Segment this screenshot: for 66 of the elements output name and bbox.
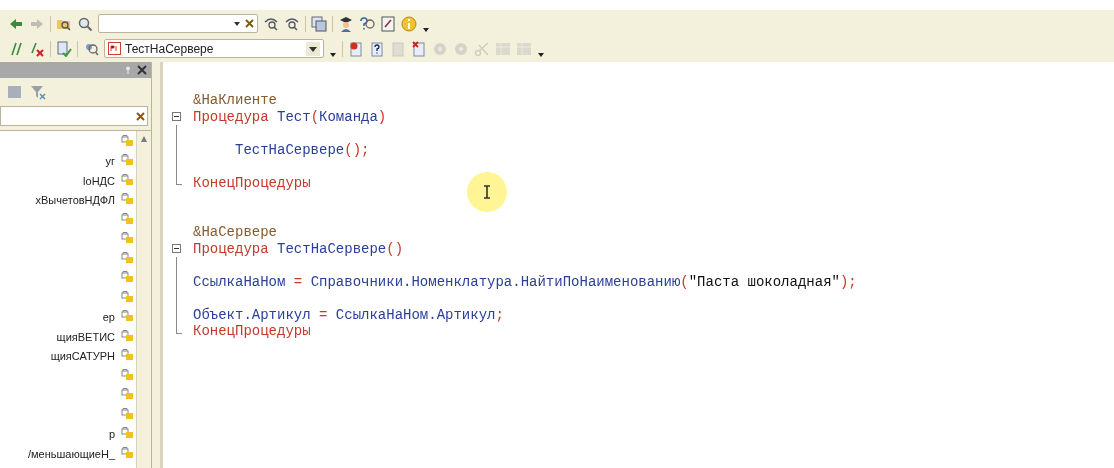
lock-icon (121, 328, 133, 341)
clear-icon[interactable] (245, 19, 254, 28)
scroll-up-icon[interactable] (140, 135, 148, 143)
lock-icon (121, 348, 133, 361)
collapse-icon[interactable] (171, 244, 181, 254)
collapse-icon[interactable] (171, 112, 181, 122)
lock-icon (121, 192, 133, 205)
lock-icon (121, 367, 133, 380)
info-icon[interactable] (401, 15, 417, 32)
tree-item[interactable]: р (108, 426, 115, 443)
code-line: &НаСервере (193, 225, 277, 240)
code-line: Процедура Тест(Команда) (193, 109, 387, 124)
tree-item[interactable]: ер (102, 309, 115, 326)
procedure-icon (108, 42, 121, 55)
tree-item[interactable]: щияСАТУРН (50, 348, 115, 365)
tree-item[interactable]: loНДС (83, 172, 115, 189)
lock-icon (121, 309, 133, 322)
dropdown-caret-icon[interactable] (329, 50, 337, 58)
dropdown-caret-icon[interactable] (422, 25, 430, 33)
find-previous-icon[interactable] (284, 15, 300, 32)
code-line: КонецПроцедуры (193, 175, 311, 190)
scrollbar[interactable] (136, 131, 151, 468)
lock-icon (121, 426, 133, 439)
code-line: Процедура ТестНаСервере() (193, 241, 404, 256)
lock-icon (121, 406, 133, 419)
lock-icon (121, 231, 133, 244)
text-cursor-icon (483, 185, 491, 199)
code-line: СсылкаНаНом = Справочники.Номенклатура.НайтиПоНаименованию("Паста шоколадная"); (193, 274, 857, 289)
delete-document-icon[interactable] (411, 40, 427, 57)
close-icon[interactable] (137, 65, 147, 75)
copy-icon[interactable] (311, 15, 327, 32)
lock-icon (121, 445, 133, 458)
tree-item[interactable]: щияВЕТИС (56, 328, 115, 345)
dropdown-caret-icon[interactable] (233, 19, 241, 28)
document-check-icon[interactable] (56, 40, 72, 57)
lock-icon (121, 270, 133, 283)
dropdown-caret-icon[interactable] (306, 41, 320, 56)
lock-icon (121, 387, 133, 400)
tree-item[interactable]: уг (105, 153, 115, 170)
add-document-icon[interactable] (348, 40, 364, 57)
code-line: Объект.Артикул = СсылкаНаНом.Артикул; (193, 307, 504, 322)
tree-search-field[interactable] (0, 106, 148, 126)
code-line: ТестНаСервере(); (234, 142, 370, 157)
search-icon[interactable] (77, 15, 93, 32)
graduate-icon[interactable] (338, 15, 354, 32)
filter-icon[interactable] (30, 84, 46, 100)
find-next-icon[interactable] (263, 15, 279, 32)
tree-item[interactable]: /меньшающиеН_ (27, 445, 115, 462)
help-search-icon[interactable] (359, 15, 375, 32)
uncomment-icon[interactable] (29, 40, 45, 57)
search-field[interactable] (98, 14, 258, 33)
tree-item[interactable]: хВычетовНДФЛ (35, 192, 115, 209)
clear-icon[interactable] (136, 111, 145, 121)
lock-icon (121, 211, 133, 224)
code-line: &НаКлиенте (193, 93, 277, 108)
question-document-icon[interactable] (369, 40, 385, 57)
lock-icon (121, 289, 133, 302)
lock-icon (121, 250, 133, 263)
code-line: КонецПроцедуры (193, 324, 311, 339)
procedure-combo[interactable]: ТестНаСервере (104, 39, 324, 58)
lock-icon (121, 172, 133, 185)
lock-icon (121, 133, 133, 146)
dropdown-caret-icon[interactable] (537, 50, 545, 58)
comment-icon[interactable] (8, 40, 24, 57)
lock-icon (121, 153, 133, 166)
procedure-name: ТестНаСервере (125, 40, 215, 58)
